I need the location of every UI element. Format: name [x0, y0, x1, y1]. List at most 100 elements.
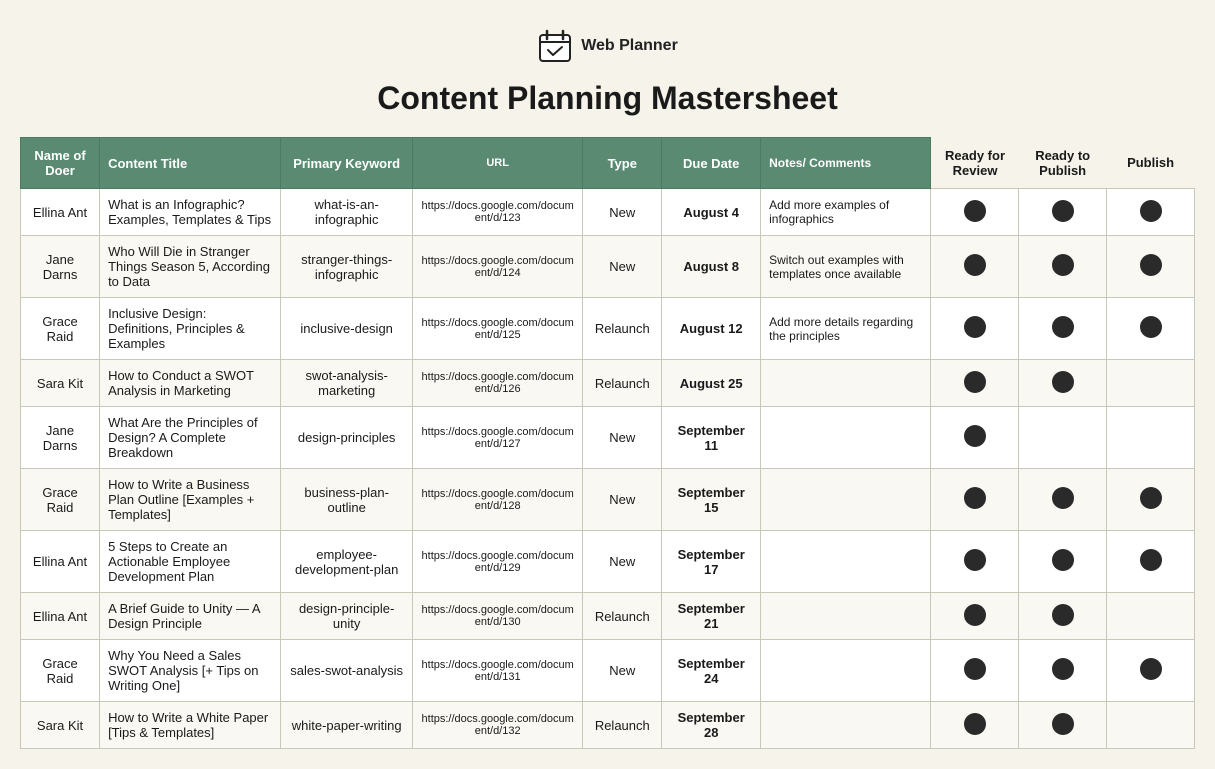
- table-row: Jane Darns What Are the Principles of De…: [21, 407, 1195, 469]
- cell-review: [931, 702, 1019, 749]
- status-dot: [1052, 658, 1074, 680]
- table-row: Jane Darns Who Will Die in Stranger Thin…: [21, 236, 1195, 298]
- status-dot: [1140, 200, 1162, 222]
- cell-title: What Are the Principles of Design? A Com…: [100, 407, 281, 469]
- cell-review: [931, 236, 1019, 298]
- cell-publish-ready: [1019, 469, 1107, 531]
- cell-keyword: swot-analysis-marketing: [281, 360, 413, 407]
- cell-type: New: [583, 469, 662, 531]
- cell-date: August 4: [662, 189, 761, 236]
- table-row: Sara Kit How to Conduct a SWOT Analysis …: [21, 360, 1195, 407]
- table-row: Grace Raid Inclusive Design: Definitions…: [21, 298, 1195, 360]
- app-title: Web Planner: [581, 37, 678, 55]
- cell-type: New: [583, 189, 662, 236]
- header-title: Content Title: [100, 138, 281, 189]
- cell-title: What is an Infographic? Examples, Templa…: [100, 189, 281, 236]
- cell-date: September 21: [662, 593, 761, 640]
- cell-title: How to Write a White Paper [Tips & Templ…: [100, 702, 281, 749]
- cell-name: Sara Kit: [21, 360, 100, 407]
- cell-notes: [761, 407, 931, 469]
- cell-type: New: [583, 407, 662, 469]
- cell-review: [931, 531, 1019, 593]
- cell-publish: [1107, 593, 1195, 640]
- cell-date: September 24: [662, 640, 761, 702]
- cell-review: [931, 360, 1019, 407]
- cell-publish-ready: [1019, 360, 1107, 407]
- table-row: Sara Kit How to Write a White Paper [Tip…: [21, 702, 1195, 749]
- table-row: Grace Raid How to Write a Business Plan …: [21, 469, 1195, 531]
- cell-publish-ready: [1019, 640, 1107, 702]
- header-date: Due Date: [662, 138, 761, 189]
- cell-name: Jane Darns: [21, 407, 100, 469]
- header-review: Ready for Review: [931, 138, 1019, 189]
- status-dot: [1140, 254, 1162, 276]
- cell-name: Ellina Ant: [21, 593, 100, 640]
- header-type: Type: [583, 138, 662, 189]
- cell-review: [931, 640, 1019, 702]
- cell-title: 5 Steps to Create an Actionable Employee…: [100, 531, 281, 593]
- app-header: Web Planner: [20, 28, 1195, 64]
- status-dot: [1052, 371, 1074, 393]
- status-dot: [964, 425, 986, 447]
- cell-keyword: what-is-an-infographic: [281, 189, 413, 236]
- content-table-wrap: Name of DoerContent TitlePrimary Keyword…: [20, 137, 1195, 749]
- header-publish: Publish: [1107, 138, 1195, 189]
- cell-url: https://docs.google.com/document/d/126: [413, 360, 583, 407]
- cell-notes: [761, 360, 931, 407]
- content-planning-table: Name of DoerContent TitlePrimary Keyword…: [20, 137, 1195, 749]
- cell-name: Grace Raid: [21, 298, 100, 360]
- cell-url: https://docs.google.com/document/d/123: [413, 189, 583, 236]
- cell-url: https://docs.google.com/document/d/125: [413, 298, 583, 360]
- cell-type: Relaunch: [583, 702, 662, 749]
- cell-type: New: [583, 531, 662, 593]
- cell-publish-ready: [1019, 407, 1107, 469]
- cell-publish: [1107, 236, 1195, 298]
- cell-keyword: stranger-things-infographic: [281, 236, 413, 298]
- cell-notes: Add more examples of infographics: [761, 189, 931, 236]
- cell-url: https://docs.google.com/document/d/127: [413, 407, 583, 469]
- cell-publish: [1107, 702, 1195, 749]
- status-dot: [964, 316, 986, 338]
- cell-notes: [761, 593, 931, 640]
- cell-name: Ellina Ant: [21, 531, 100, 593]
- header-publish_ready: Ready to Publish: [1019, 138, 1107, 189]
- cell-notes: [761, 531, 931, 593]
- cell-keyword: business-plan-outline: [281, 469, 413, 531]
- cell-url: https://docs.google.com/document/d/129: [413, 531, 583, 593]
- cell-publish-ready: [1019, 593, 1107, 640]
- cell-notes: [761, 702, 931, 749]
- cell-title: How to Write a Business Plan Outline [Ex…: [100, 469, 281, 531]
- status-dot: [964, 658, 986, 680]
- cell-date: August 25: [662, 360, 761, 407]
- status-dot: [964, 371, 986, 393]
- table-row: Ellina Ant What is an Infographic? Examp…: [21, 189, 1195, 236]
- table-row: Grace Raid Why You Need a Sales SWOT Ana…: [21, 640, 1195, 702]
- status-dot: [1140, 549, 1162, 571]
- header-url: URL: [413, 138, 583, 189]
- status-dot: [1052, 200, 1074, 222]
- cell-url: https://docs.google.com/document/d/128: [413, 469, 583, 531]
- status-dot: [964, 254, 986, 276]
- cell-name: Grace Raid: [21, 469, 100, 531]
- header-keyword: Primary Keyword: [281, 138, 413, 189]
- cell-publish: [1107, 640, 1195, 702]
- status-dot: [1052, 254, 1074, 276]
- cell-url: https://docs.google.com/document/d/124: [413, 236, 583, 298]
- cell-date: September 11: [662, 407, 761, 469]
- cell-date: August 12: [662, 298, 761, 360]
- cell-name: Ellina Ant: [21, 189, 100, 236]
- cell-title: Inclusive Design: Definitions, Principle…: [100, 298, 281, 360]
- status-dot: [964, 713, 986, 735]
- cell-keyword: design-principles: [281, 407, 413, 469]
- cell-review: [931, 189, 1019, 236]
- status-dot: [1140, 316, 1162, 338]
- cell-publish: [1107, 469, 1195, 531]
- cell-name: Sara Kit: [21, 702, 100, 749]
- cell-date: September 28: [662, 702, 761, 749]
- table-row: Ellina Ant 5 Steps to Create an Actionab…: [21, 531, 1195, 593]
- cell-publish-ready: [1019, 702, 1107, 749]
- cell-date: September 15: [662, 469, 761, 531]
- cell-notes: [761, 640, 931, 702]
- cell-review: [931, 298, 1019, 360]
- cell-publish-ready: [1019, 189, 1107, 236]
